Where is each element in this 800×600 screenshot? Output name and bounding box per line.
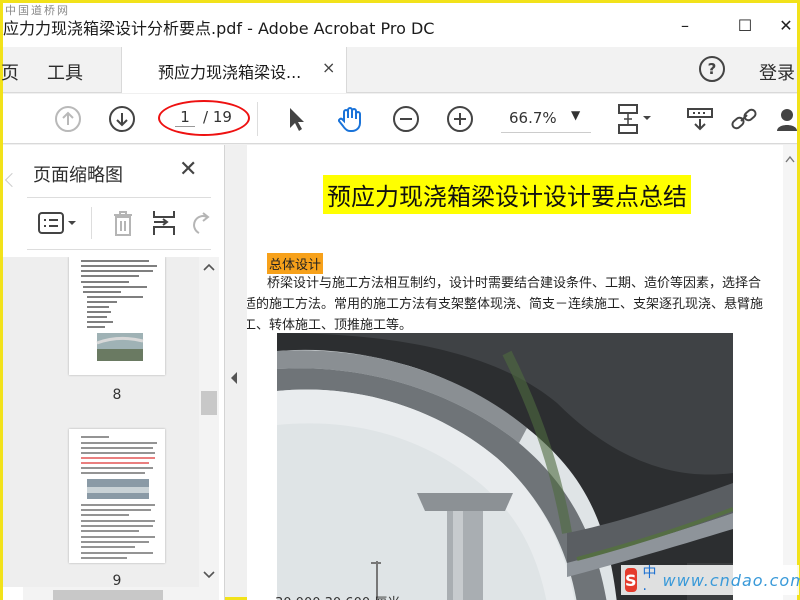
thumbnail-tools: [3, 203, 225, 243]
tool-divider: [91, 207, 92, 239]
delete-page-icon[interactable]: [111, 209, 135, 241]
account-icon[interactable]: [775, 104, 797, 134]
title-bar: 应力力现浇箱梁设计分析要点.pdf - Adobe Acrobat Pro DC…: [3, 3, 797, 47]
zoom-level[interactable]: 66.7%: [509, 109, 557, 127]
document-title: 预应力现浇箱梁设计设计要点总结: [323, 175, 691, 214]
h-scrollbar-thumb[interactable]: [53, 590, 163, 600]
bridge-photo: [277, 333, 734, 600]
section-heading: 总体设计: [267, 253, 324, 274]
document-page: 预应力现浇箱梁设计设计要点总结 总体设计 桥梁设计与施工方法相互制约，设计时需要…: [247, 145, 797, 600]
thumbnail-page-number: 8: [112, 387, 122, 403]
panel-pointer: [4, 172, 20, 188]
scrollbar-thumb[interactable]: [201, 391, 217, 415]
thumbnail-vertical-scrollbar[interactable]: [199, 257, 219, 587]
fit-page-icon[interactable]: [615, 104, 655, 134]
site-watermark-bottom: www.cndao.com: [662, 570, 800, 590]
window-title: 应力力现浇箱梁设计分析要点.pdf - Adobe Acrobat Pro DC: [3, 19, 435, 38]
select-arrow-icon[interactable]: [281, 104, 311, 134]
page-bottom-text: 30.000 30.600 厘米: [275, 592, 400, 600]
tab-tools[interactable]: 工具: [47, 59, 83, 85]
panel-close-icon[interactable]: ✕: [179, 157, 197, 182]
zoom-in-icon[interactable]: [445, 104, 475, 134]
next-page-icon[interactable]: [107, 104, 137, 134]
site-watermark: 中国道桥网: [5, 4, 70, 17]
tab-document[interactable]: 预应力现浇箱梁设... ×: [121, 47, 347, 93]
panel-divider-2: [27, 249, 211, 250]
tab-home[interactable]: 页: [1, 59, 19, 85]
zoom-underline: [501, 132, 591, 133]
thumbnail-page-number: 9: [112, 573, 122, 587]
rotate-page-icon[interactable]: [193, 211, 211, 239]
tab-close-icon[interactable]: ×: [322, 58, 335, 77]
tab-bar: 页 工具 预应力现浇箱梁设... × ? 登录: [1, 47, 797, 93]
zoom-dropdown-icon[interactable]: ▼: [571, 108, 580, 122]
toolbar-divider: [257, 102, 258, 136]
thumbnail-list: 8 9: [3, 257, 199, 587]
thumbnails-panel: 页面缩略图 ✕ 8 9: [3, 145, 225, 600]
page-thumbnail-8[interactable]: [69, 257, 165, 375]
link-icon[interactable]: [729, 104, 759, 134]
page-thumbnail-9[interactable]: [69, 429, 165, 563]
paragraph-line: 桥梁设计与施工方法相互制约，设计时需要结合建设条件、工期、造价等因素，选择合: [267, 276, 762, 291]
maximize-button[interactable]: ☐: [727, 11, 763, 39]
collapse-panel-icon[interactable]: [229, 371, 239, 388]
thumbnail-horizontal-scrollbar[interactable]: [23, 587, 219, 600]
ime-toolbar[interactable]: S 中· www.cndao.com: [621, 562, 800, 598]
tab-document-label: 预应力现浇箱梁设...: [158, 63, 302, 82]
document-scrollbar[interactable]: [783, 145, 797, 600]
ime-mode[interactable]: 中·: [643, 562, 657, 598]
zoom-out-icon[interactable]: [391, 104, 421, 134]
thumbnails-title: 页面缩略图: [33, 165, 123, 186]
comment-stamp-icon[interactable]: [685, 104, 715, 134]
sogou-logo-icon: S: [625, 568, 637, 592]
red-annotation-circle: [158, 100, 250, 136]
help-icon[interactable]: ?: [699, 56, 725, 82]
close-window-button[interactable]: ✕: [775, 11, 797, 39]
paragraph-line: 适的施工方法。常用的施工方法有支架整体现浇、简支－连续施工、支架逐孔现浇、悬臂施: [247, 297, 764, 312]
previous-page-icon[interactable]: [53, 104, 83, 134]
hand-tool-icon[interactable]: [335, 104, 365, 134]
insert-page-icon[interactable]: [151, 209, 177, 241]
panel-divider: [27, 197, 211, 198]
minimize-button[interactable]: –: [667, 11, 703, 39]
toolbar: 1 / 19 66.7% ▼: [3, 94, 797, 144]
body-paragraph: 桥梁设计与施工方法相互制约，设计时需要结合建设条件、工期、造价等因素，选择合 适…: [247, 273, 771, 336]
signin-link[interactable]: 登录: [759, 59, 795, 85]
options-menu-icon[interactable]: [37, 211, 81, 235]
